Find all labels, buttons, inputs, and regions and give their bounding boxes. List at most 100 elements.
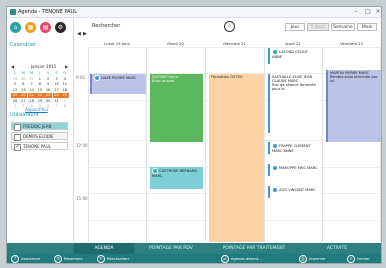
- calendar-day[interactable]: 1: [36, 77, 44, 82]
- appointment-label: CASTROSE BERNARD MARC: [152, 169, 198, 178]
- refresh-button[interactable]: ↻ Réactualiser: [97, 255, 129, 263]
- calendar-day[interactable]: 19: [11, 93, 19, 98]
- appointment[interactable]: MAROPPE ERIC MARC: [268, 164, 320, 176]
- folder-icon[interactable]: ▤: [40, 22, 51, 33]
- calendar-day[interactable]: 22: [35, 93, 44, 98]
- appointment-label: Formation OSTEO: [211, 75, 243, 79]
- appointment-detail: Rdv de séance terminée pour la: [272, 83, 316, 91]
- tab-5-days[interactable]: 5 jours: [307, 23, 329, 31]
- user-checkbox[interactable]: ✓: [14, 144, 21, 151]
- appointment[interactable]: FRAPPE CLEMENT MARC ANNE: [268, 142, 320, 154]
- user-checkbox[interactable]: [14, 124, 21, 131]
- weekday-label: M: [30, 71, 34, 75]
- calendar-day[interactable]: 30: [44, 99, 52, 104]
- tab-agenda[interactable]: AGENDA: [74, 243, 134, 254]
- calendar-day[interactable]: 16: [44, 88, 52, 93]
- tab-pointage-traitement[interactable]: POINTAGE PAR TRAITEMENT: [208, 243, 300, 254]
- print-button[interactable]: ⎙ Imprimer: [299, 255, 326, 263]
- calendar-day[interactable]: 28: [28, 99, 36, 104]
- user-item[interactable]: ✓ TENONE PAUL: [11, 142, 68, 151]
- title-bar: Agenda - TENONE PAUL – □ ×: [7, 7, 381, 18]
- refresh-label: Réactualiser: [107, 257, 130, 261]
- appointment[interactable]: MARTIN PIERRE MARC Rendez-vous terminée …: [326, 70, 381, 142]
- settings-icon[interactable]: ⚙: [55, 22, 66, 33]
- user-item[interactable]: FREDDIC JEAN: [11, 122, 68, 131]
- maximize-icon[interactable]: □: [363, 8, 373, 16]
- calendar-day[interactable]: 3: [53, 77, 61, 82]
- calendar-day[interactable]: 2: [44, 77, 52, 82]
- directory-icon: ☰: [54, 255, 62, 263]
- next-month-arrow[interactable]: ▶: [65, 64, 68, 69]
- appointment[interactable]: DAZE PIERRE MARC: [90, 74, 146, 94]
- calendar-day[interactable]: 25: [60, 93, 69, 98]
- close-button[interactable]: × Fermer: [347, 255, 370, 263]
- help-icon: ?: [11, 255, 19, 263]
- tab-activite[interactable]: ACTIVITÉ: [302, 243, 372, 254]
- close-icon[interactable]: ×: [373, 8, 381, 16]
- calendar-day[interactable]: 18: [61, 88, 69, 93]
- calendar-day[interactable]: 6: [19, 82, 27, 87]
- calendar-day[interactable]: 1: [61, 99, 69, 104]
- hour-line: [88, 47, 381, 48]
- weekday-label: M: [21, 71, 25, 75]
- weekday-label: V: [46, 71, 50, 75]
- calendar-day[interactable]: 2: [11, 104, 19, 109]
- appointment[interactable]: CASTROSE BERNARD MARC: [150, 167, 203, 189]
- calendar-day[interactable]: 8: [36, 82, 44, 87]
- calendar-day[interactable]: 31: [53, 99, 61, 104]
- calendar-day[interactable]: 12: [11, 88, 19, 93]
- close-label: Fermer: [357, 257, 370, 261]
- assistance-button[interactable]: ? Assistance: [11, 255, 40, 263]
- calendar-day[interactable]: 26: [11, 99, 19, 104]
- print-icon: ⎙: [299, 255, 307, 263]
- calendar-day[interactable]: 27: [19, 99, 27, 104]
- calendar-day[interactable]: 14: [28, 88, 36, 93]
- remote-agenda-button[interactable]: ⇄ Agenda distant...: [221, 255, 262, 263]
- appointment[interactable]: Formation OSTEO: [209, 74, 264, 242]
- calendar-day[interactable]: 10: [53, 82, 61, 87]
- tab-day[interactable]: Jour: [285, 23, 305, 31]
- calendar-day[interactable]: 7: [28, 82, 36, 87]
- calendar-day[interactable]: 5: [11, 82, 19, 87]
- tab-week[interactable]: Semaine: [331, 23, 355, 31]
- tab-pointage-rdv[interactable]: POINTAGE PAR RDV: [136, 243, 206, 254]
- appointment[interactable]: DUPONT Henri Bilan annuel: [150, 74, 203, 142]
- appointment-label: MAROPPE ERIC MARC: [279, 166, 318, 170]
- mini-calendar: ◀ Janvier 2015 ▶ L M M J V S D 29 30 31 1 2 3 4 5 6 7 8 9 1…: [11, 64, 69, 108]
- calendar-day[interactable]: 29: [36, 99, 44, 104]
- calendar-day[interactable]: 29: [11, 77, 19, 82]
- calendar-day[interactable]: 21: [27, 93, 36, 98]
- search-icon[interactable]: ⌕: [224, 21, 235, 32]
- minimize-icon[interactable]: –: [351, 8, 361, 16]
- calendar-day[interactable]: 20: [19, 93, 28, 98]
- next-week-arrow[interactable]: ▶: [83, 31, 87, 37]
- appointment[interactable]: LAFOND CECILE ANNE: [268, 48, 320, 64]
- calendar-day[interactable]: 23: [44, 93, 53, 98]
- calendar-day[interactable]: 17: [53, 88, 61, 93]
- appointment[interactable]: ZOO VINCENT MARC: [268, 186, 320, 198]
- calendar-day[interactable]: 9: [44, 82, 52, 87]
- user-item[interactable]: DEMOS ELODIE: [11, 132, 68, 141]
- calendar-day[interactable]: 11: [61, 82, 69, 87]
- appointment[interactable]: SAITHALLE ELISE JEAN CLAUDE MARC Rdv de …: [268, 74, 320, 133]
- appointment-label: DAZE PIERRE MARC: [101, 76, 137, 80]
- calendar-day[interactable]: 8: [61, 104, 69, 109]
- calendar-day[interactable]: 15: [36, 88, 44, 93]
- calendar-day[interactable]: 31: [28, 77, 36, 82]
- search-label: Rechercher: [92, 23, 121, 29]
- calendar-day[interactable]: 7: [53, 104, 61, 109]
- prev-month-arrow[interactable]: ◀: [11, 64, 14, 69]
- calendar-day[interactable]: 13: [19, 88, 27, 93]
- calendar-day[interactable]: 4: [61, 77, 69, 82]
- appointment-label: ZOO VINCENT MARC: [279, 188, 316, 192]
- home-icon[interactable]: ⌂: [10, 22, 21, 33]
- calendar-day[interactable]: 24: [52, 93, 61, 98]
- hour-label: 15:00: [76, 196, 88, 201]
- tab-month[interactable]: Mois: [357, 23, 377, 31]
- user-checkbox[interactable]: [14, 134, 21, 141]
- calendar-day[interactable]: 30: [19, 77, 27, 82]
- prev-week-arrow[interactable]: ◀: [77, 31, 81, 37]
- repertoire-button[interactable]: ☰ Répertoire: [54, 255, 83, 263]
- repertoire-label: Répertoire: [64, 257, 83, 261]
- calendar-icon[interactable]: ▦: [25, 22, 36, 33]
